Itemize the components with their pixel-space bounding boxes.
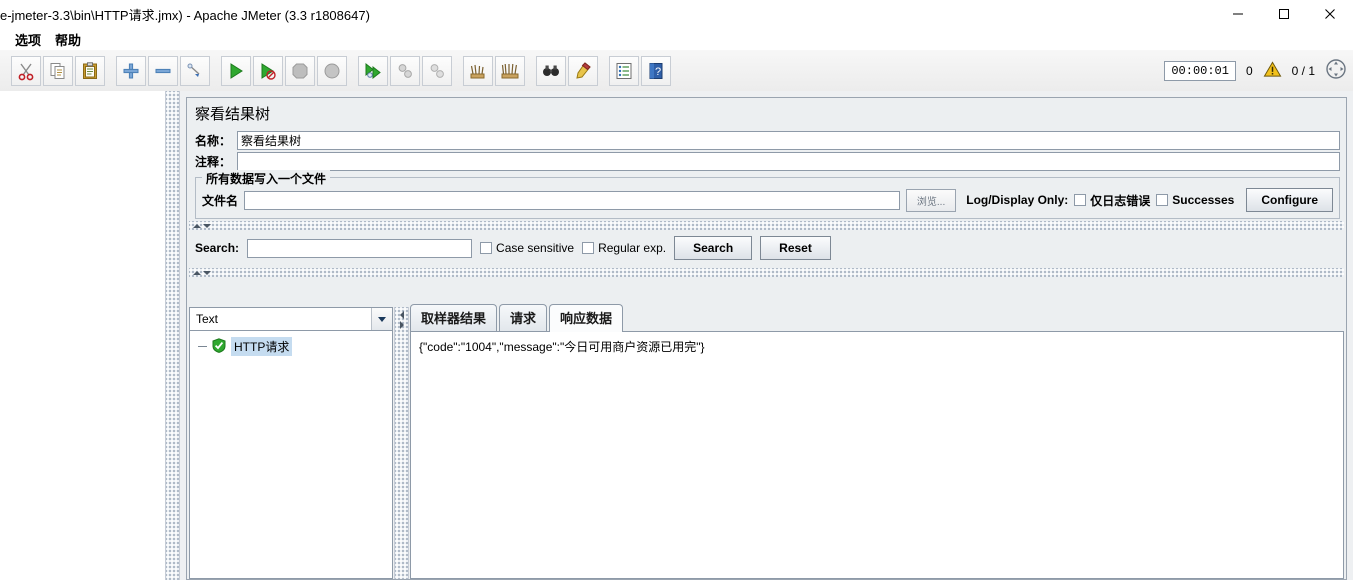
results-editor-pane: 察看结果树 名称： 察看结果树 注释： 所有数据写入一个文件 文件名 浏览...… — [180, 91, 1353, 580]
jmeter-window: e-jmeter-3.3\bin\HTTP请求.jmx) - Apache JM… — [0, 0, 1353, 580]
case-sensitive-label: Case sensitive — [496, 241, 575, 255]
search-bar: Search: Case sensitive Regular exp. Sear… — [187, 230, 1346, 266]
remote-stop-all-icon[interactable] — [390, 55, 420, 86]
window-controls — [1215, 0, 1353, 28]
menu-bar: 选项 帮助 — [0, 28, 1353, 50]
results-split-collapse-left-icon[interactable] — [399, 311, 404, 319]
chevron-down-icon[interactable] — [371, 308, 392, 330]
main-split-divider[interactable] — [165, 91, 180, 580]
filename-row: 文件名 浏览... Log/Display Only: 仅日志错误 Succes… — [202, 188, 1333, 212]
lower-split-collapse-down-icon[interactable] — [203, 270, 211, 275]
title-bar: e-jmeter-3.3\bin\HTTP请求.jmx) - Apache JM… — [0, 0, 1353, 28]
regular-exp-label: Regular exp. — [598, 241, 667, 255]
search-button[interactable]: Search — [674, 236, 753, 260]
test-plan-tree-pane[interactable] — [0, 91, 166, 580]
tab-request[interactable]: 请求 — [499, 304, 548, 331]
results-tabstrip: 取样器结果 请求 响应数据 — [410, 304, 1344, 332]
start-no-pauses-icon[interactable] — [253, 55, 283, 86]
window-title: e-jmeter-3.3\bin\HTTP请求.jmx) - Apache JM… — [0, 8, 370, 23]
log-display-only-label: Log/Display Only: — [966, 193, 1069, 207]
view-results-tree-panel: 察看结果树 名称： 察看结果树 注释： 所有数据写入一个文件 文件名 浏览...… — [186, 97, 1347, 580]
name-field-row: 名称： 察看结果树 — [187, 130, 1346, 151]
lower-split-divider[interactable] — [189, 268, 1344, 277]
stop-icon[interactable] — [285, 55, 315, 86]
filename-input[interactable] — [244, 190, 900, 210]
name-label: 名称： — [195, 134, 232, 148]
copy-icon[interactable] — [43, 55, 73, 86]
toolbar-status: 00:00:01 0 0 / 1 — [1164, 58, 1353, 83]
tree-node-label: HTTP请求 — [231, 337, 293, 356]
tree-node-http-request[interactable]: HTTP请求 — [198, 337, 392, 356]
search-input[interactable] — [247, 238, 473, 258]
tree-expand-dash-icon — [198, 346, 207, 347]
write-all-data-groupbox: 所有数据写入一个文件 文件名 浏览... Log/Display Only: 仅… — [195, 170, 1340, 219]
regular-exp-checkbox[interactable]: Regular exp. — [582, 241, 666, 255]
results-split-divider[interactable] — [394, 307, 409, 579]
case-sensitive-checkbox-box[interactable] — [480, 242, 493, 254]
write-all-data-title: 所有数据写入一个文件 — [202, 170, 331, 187]
expand-all-icon[interactable] — [116, 55, 146, 86]
shutdown-icon[interactable] — [317, 55, 347, 86]
paste-icon[interactable] — [75, 55, 105, 86]
search-icon[interactable] — [536, 55, 566, 86]
split-collapse-up-icon[interactable] — [193, 223, 201, 228]
warning-count: 0 — [1245, 63, 1253, 78]
filename-label: 文件名 — [202, 193, 239, 208]
menu-help[interactable]: 帮助 — [48, 28, 88, 51]
expand-circle-icon[interactable] — [1325, 58, 1347, 83]
clear-icon[interactable] — [463, 55, 493, 86]
regular-exp-checkbox-box[interactable] — [582, 242, 595, 254]
remote-shutdown-all-icon[interactable] — [422, 55, 452, 86]
results-tree-column: Text HTTP请求 — [189, 307, 393, 579]
successes-label: Successes — [1172, 193, 1235, 207]
results-area: Text HTTP请求 取样器结果 请求 响应数据 {"code":"1004"… — [189, 304, 1344, 579]
successes-checkbox[interactable]: Successes — [1156, 193, 1234, 207]
tab-response-data[interactable]: 响应数据 — [549, 304, 624, 332]
renderer-combo-value: Text — [196, 312, 219, 326]
function-helper-icon[interactable] — [609, 55, 639, 86]
results-tree[interactable]: HTTP请求 — [189, 331, 393, 579]
help-icon[interactable]: ? — [641, 55, 671, 86]
minimize-button[interactable] — [1215, 0, 1261, 28]
tab-sampler-result[interactable]: 取样器结果 — [410, 304, 498, 331]
reset-button[interactable]: Reset — [760, 236, 831, 260]
browse-button[interactable]: 浏览... — [905, 188, 957, 212]
active-thread-count: 0 / 1 — [1291, 63, 1315, 78]
start-icon[interactable] — [221, 55, 251, 86]
comment-input[interactable] — [237, 152, 1340, 171]
lower-split-collapse-up-icon[interactable] — [193, 270, 201, 275]
split-collapse-down-icon[interactable] — [203, 223, 211, 228]
errors-only-checkbox[interactable]: 仅日志错误 — [1074, 192, 1150, 209]
svg-text:?: ? — [655, 66, 661, 78]
case-sensitive-checkbox[interactable]: Case sensitive — [480, 241, 574, 255]
upper-split-divider[interactable] — [189, 221, 1344, 230]
elapsed-timer: 00:00:01 — [1164, 60, 1236, 81]
success-shield-icon — [212, 337, 226, 356]
comment-label: 注释： — [195, 155, 232, 169]
clear-all-icon[interactable] — [495, 55, 525, 86]
close-button[interactable] — [1307, 0, 1353, 28]
errors-only-checkbox-box[interactable] — [1074, 194, 1087, 206]
page-title: 察看结果树 — [187, 98, 1346, 130]
collapse-all-icon[interactable] — [148, 55, 178, 86]
search-reset-icon[interactable] — [568, 55, 598, 86]
configure-button[interactable]: Configure — [1246, 188, 1333, 212]
warning-triangle-icon[interactable] — [1263, 60, 1282, 82]
results-split-collapse-right-icon[interactable] — [399, 321, 404, 329]
renderer-combo[interactable]: Text — [189, 307, 393, 331]
successes-checkbox-box[interactable] — [1156, 194, 1169, 206]
toolbar: ? 00:00:01 0 0 / 1 — [0, 50, 1353, 92]
toggle-icon[interactable] — [180, 55, 210, 86]
errors-only-label: 仅日志错误 — [1090, 193, 1151, 208]
maximize-button[interactable] — [1261, 0, 1307, 28]
response-data-text[interactable]: {"code":"1004","message":"今日可用商户资源已用完"} — [410, 331, 1344, 579]
name-input[interactable]: 察看结果树 — [237, 131, 1340, 150]
menu-options[interactable]: 选项 — [8, 28, 48, 51]
search-label: Search: — [195, 241, 240, 255]
results-tabs-column: 取样器结果 请求 响应数据 {"code":"1004","message":"… — [410, 304, 1344, 579]
remote-start-all-icon[interactable] — [358, 55, 388, 86]
cut-icon[interactable] — [11, 55, 41, 86]
comment-field-row: 注释： — [187, 151, 1346, 172]
